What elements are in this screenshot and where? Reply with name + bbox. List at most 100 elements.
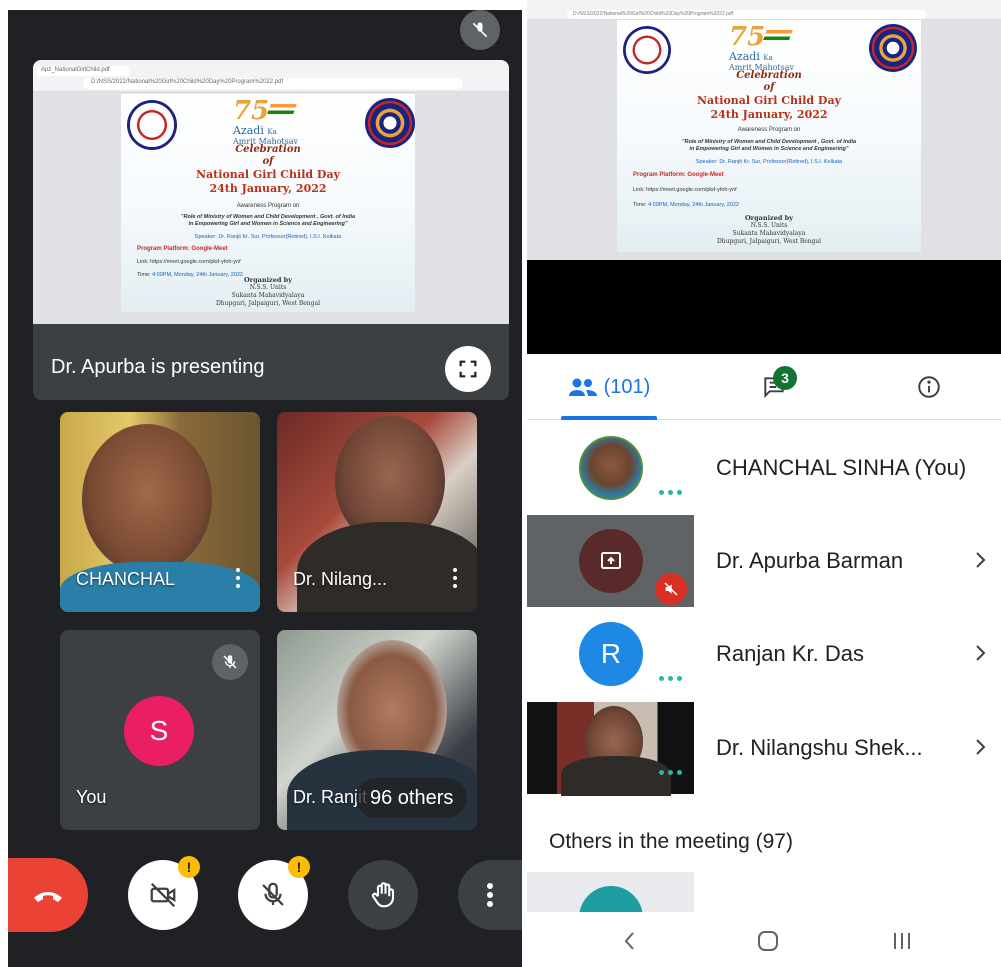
participant-avatar-box [527,515,694,607]
event-poster: 75 Azadi Ka Amrit Mahotsav Celebration o… [617,20,921,252]
raise-hand-icon [371,882,395,908]
chevron-right-icon [976,739,986,755]
poster-org-line2: N.S.S. Units [750,222,788,229]
poster-link: Link: https://meet.google.com/pkd-yfoh-y… [633,187,737,193]
mic-warning-badge: ! [288,856,310,878]
camera-toggle-button[interactable]: ! [128,856,200,930]
poster-org-line4: Dhupguri, Jalpaiguri, West Bengal [215,300,321,307]
nss-logo [869,24,917,72]
recents-icon [894,933,910,949]
avatar [579,436,643,500]
tab-chat[interactable]: 3 [749,354,799,420]
participant-avatar-box: R [527,608,694,700]
tab-people[interactable]: (101) [561,354,657,420]
poster-event-title: National Girl Child Day [196,168,340,181]
others-count-pill[interactable]: 96 others [356,778,468,818]
presentation-tile[interactable]: Apz_NationalGirlChild.pdf D:/NSS/2022/Na… [33,60,509,400]
participant-avatar-box [527,422,694,514]
participant-tile-chanchal[interactable]: CHANCHAL [60,412,260,612]
poster-topic-line1: "Role of Ministry of Women and Child Dev… [681,139,857,145]
fullscreen-icon [459,360,477,378]
participant-row-nilangshu[interactable]: Dr. Nilangshu Shek... [527,702,1001,796]
chevron-right-icon [976,552,986,568]
end-call-icon [34,892,62,902]
camera-off-icon [150,882,176,908]
chevron-right-icon [976,645,986,661]
avatar: R [579,622,643,686]
college-seal-logo [623,26,671,74]
meeting-details-tabs: (101) 3 [527,354,1001,420]
participant-muted-icon [655,573,687,605]
poster-of: of [763,82,775,93]
poster-speaker: Speaker: Dr. Ranjit Kr. Sur, Professor(R… [695,159,843,165]
event-poster: 75 Azadi Ka Amrit Mahotsav Celebration o… [121,94,415,312]
more-options-button[interactable] [458,860,522,930]
present-screen-icon [601,552,621,569]
participant-row-chanchal[interactable]: CHANCHAL SINHA (You) [527,422,1001,514]
shared-browser-toolbar: Apz_NationalGirlChild.pdf D:/NSS/2022/Na… [33,60,509,92]
poster-org-line4: Dhupguri, Jalpaiguri, West Bengal [716,238,822,245]
mic-toggle-button[interactable]: ! [238,856,310,930]
home-icon [758,931,778,951]
left-meet-screen: Apz_NationalGirlChild.pdf D:/NSS/2022/Na… [0,0,522,967]
nav-recents-button[interactable] [887,926,917,956]
fullscreen-button[interactable] [445,346,491,392]
poster-topic-line2: in Empowering Girl and Women in Science … [188,221,348,227]
nav-home-button[interactable] [753,926,783,956]
others-in-meeting-label: Others in the meeting (97) [549,830,793,853]
browser-address-bar: D:/NSS/2022/National%20Girl%20Child%20Da… [83,78,463,89]
participant-avatar-peek [527,872,694,912]
poster-event-title: National Girl Child Day [697,94,841,107]
shared-screen-preview: D:/NSS/2022/National%20Girl%20Child%20Da… [527,0,1001,260]
poster-awareness: Awareness Program on [236,203,300,209]
participant-options-dots [659,768,685,776]
people-icon [568,378,597,396]
tile-more-options-icon[interactable] [447,566,463,590]
right-meet-screen: D:/NSS/2022/National%20Girl%20Child%20Da… [527,0,1001,967]
azadi-ka-amrit-mahotsav-logo: 75 Azadi Ka Amrit Mahotsav [729,22,795,72]
shared-screen-area: D:/NSS/2022/National%20Girl%20Child%20Da… [527,0,1001,354]
azadi-ka-amrit-mahotsav-logo: 75 Azadi Ka Amrit Mahotsav [233,96,299,146]
indian-flag-icon [267,104,298,114]
tile-more-options-icon[interactable] [230,566,246,590]
participant-name: CHANCHAL SINHA (You) [716,455,967,480]
shared-pdf-viewer: 75 Azadi Ka Amrit Mahotsav Celebration o… [33,92,509,324]
people-count: (101) [603,375,651,398]
avatar [579,529,643,593]
poster-of: of [262,156,274,167]
participant-row-apurba[interactable]: Dr. Apurba Barman [527,515,1001,607]
participant-tile-nilang[interactable]: Dr. Nilang... [277,412,477,612]
tile-name: You [76,787,107,807]
poster-link: Link: https://meet.google.com/pkd-yfoh-y… [137,259,241,265]
poster-org-line1: Organized by [244,276,292,284]
browser-tab: Apz_NationalGirlChild.pdf [37,66,129,76]
poster-org-line3: Sukanta Mahavidyalaya [231,292,305,299]
shared-browser-toolbar: D:/NSS/2022/National%20Girl%20Child%20Da… [527,0,1001,20]
poster-topic-line2: in Empowering Girl and Women in Science … [689,146,849,152]
participant-tile-you[interactable]: S You [60,630,260,830]
participant-name: Dr. Nilangshu Shek... [716,735,923,760]
active-tab-underline [561,416,657,420]
college-seal-logo [127,100,177,150]
tile-name: Dr. Nilang... [293,569,388,589]
browser-address-bar: D:/NSS/2022/National%20Girl%20Child%20Da… [567,10,927,19]
raise-hand-button[interactable] [348,860,418,930]
poster-platform: Program Platform: Google-Meet [137,246,228,252]
more-vert-icon [487,883,493,907]
presenting-label: Dr. Apurba is presenting [51,356,265,378]
poster-speaker: Speaker: Dr. Ranjit Kr. Sur, Professor(R… [194,234,342,240]
tile-name: CHANCHAL [76,569,176,589]
poster-topic-line1: "Role of Ministry of Women and Child Dev… [180,214,356,220]
poster-org-line2: N.S.S. Units [249,284,287,291]
thumbnail-shirt [561,756,671,796]
chat-unread-badge: 3 [773,366,797,390]
participant-row-ranjan[interactable]: R Ranjan Kr. Das [527,608,1001,700]
nav-back-button[interactable] [615,926,645,956]
participant-options-dots [659,488,685,496]
tab-meeting-info[interactable] [909,354,949,420]
participant-video-thumbnail [527,702,694,796]
participant-name: Dr. Apurba Barman [716,548,904,573]
end-call-button[interactable] [8,858,88,932]
avatar: S [124,696,194,766]
poster-date: 24th January, 2022 [209,182,327,195]
